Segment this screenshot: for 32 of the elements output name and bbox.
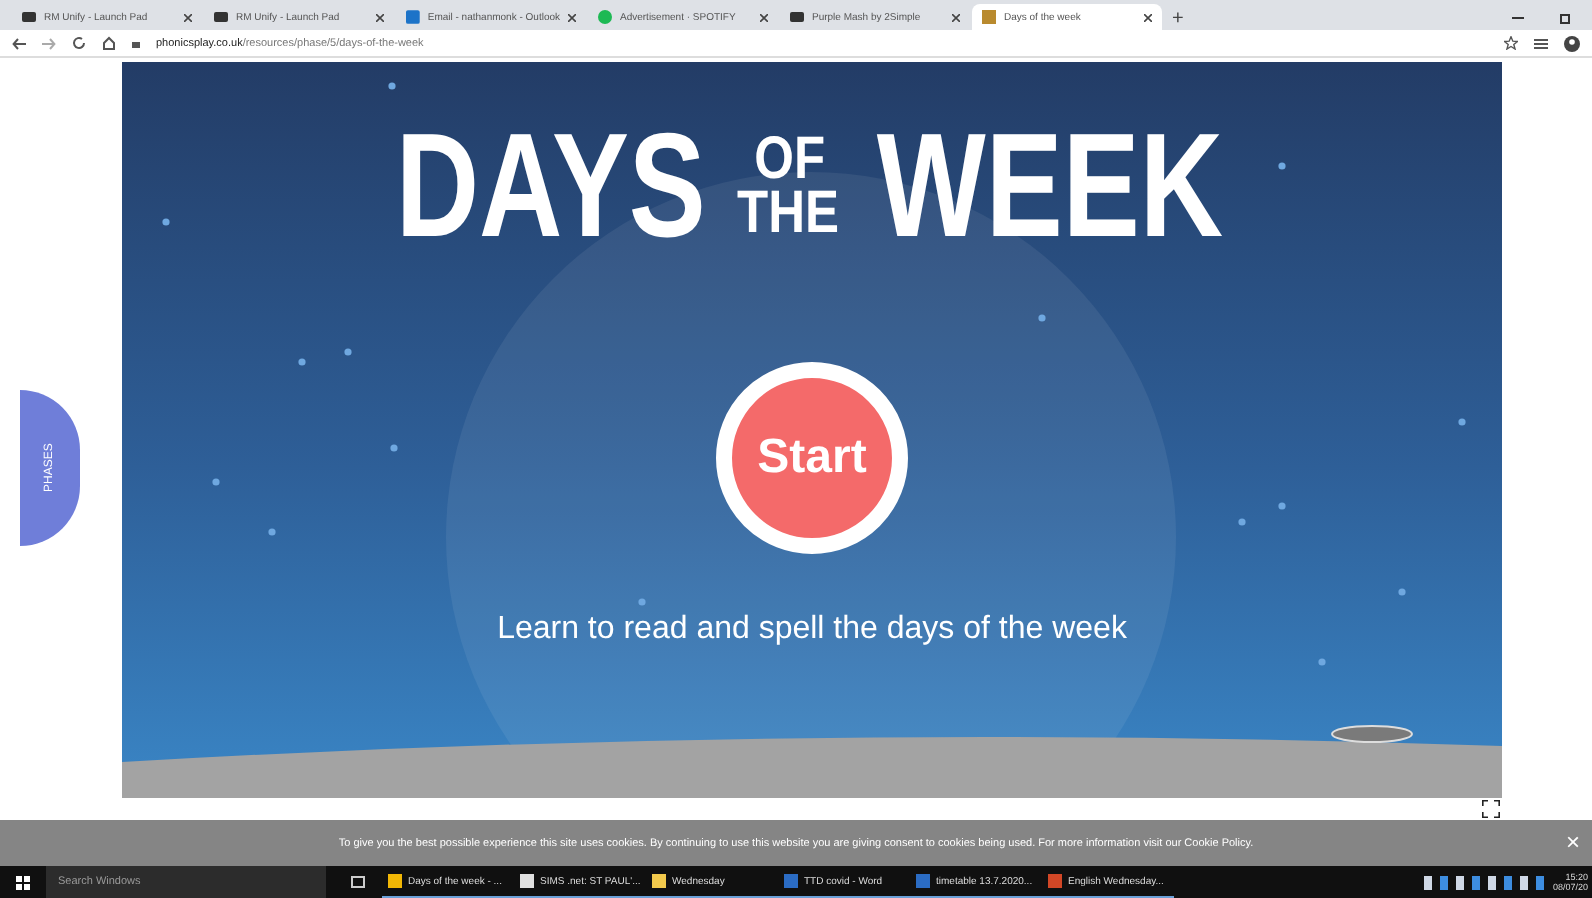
lock-icon — [132, 38, 140, 48]
window-icon — [22, 12, 36, 22]
title-text: THE — [737, 186, 840, 240]
new-tab-button[interactable]: + — [1164, 8, 1192, 30]
fullscreen-icon[interactable] — [1482, 800, 1500, 818]
close-icon[interactable] — [1144, 13, 1152, 21]
mail-icon — [406, 10, 420, 24]
restore-icon[interactable] — [1560, 12, 1572, 24]
title-text: OF — [753, 132, 825, 186]
subtitle: Learn to read and spell the days of the week — [497, 612, 1127, 648]
close-icon[interactable] — [952, 13, 960, 21]
home-icon[interactable] — [102, 36, 116, 50]
back-icon[interactable] — [12, 37, 26, 49]
circle-icon — [598, 10, 612, 24]
windows-logo-icon[interactable] — [16, 875, 30, 889]
close-button[interactable]: × — [1565, 828, 1580, 856]
title-text: WEEK — [877, 126, 1224, 246]
close-icon[interactable] — [184, 13, 192, 21]
menu-icon[interactable] — [1534, 37, 1548, 49]
task-view-icon[interactable] — [350, 876, 366, 888]
close-icon[interactable] — [376, 13, 384, 21]
window-icon — [214, 12, 228, 22]
page-icon — [982, 10, 996, 24]
star-icon[interactable] — [1504, 36, 1518, 50]
title-text: DAYS — [394, 126, 706, 246]
profile-icon[interactable] — [1564, 35, 1580, 51]
minimize-icon[interactable] — [1512, 12, 1524, 24]
close-icon[interactable] — [568, 13, 576, 21]
close-icon[interactable] — [760, 13, 768, 21]
tray-icons-drawing — [1424, 875, 1545, 889]
reload-icon[interactable] — [72, 36, 86, 50]
window-icon — [790, 12, 804, 22]
